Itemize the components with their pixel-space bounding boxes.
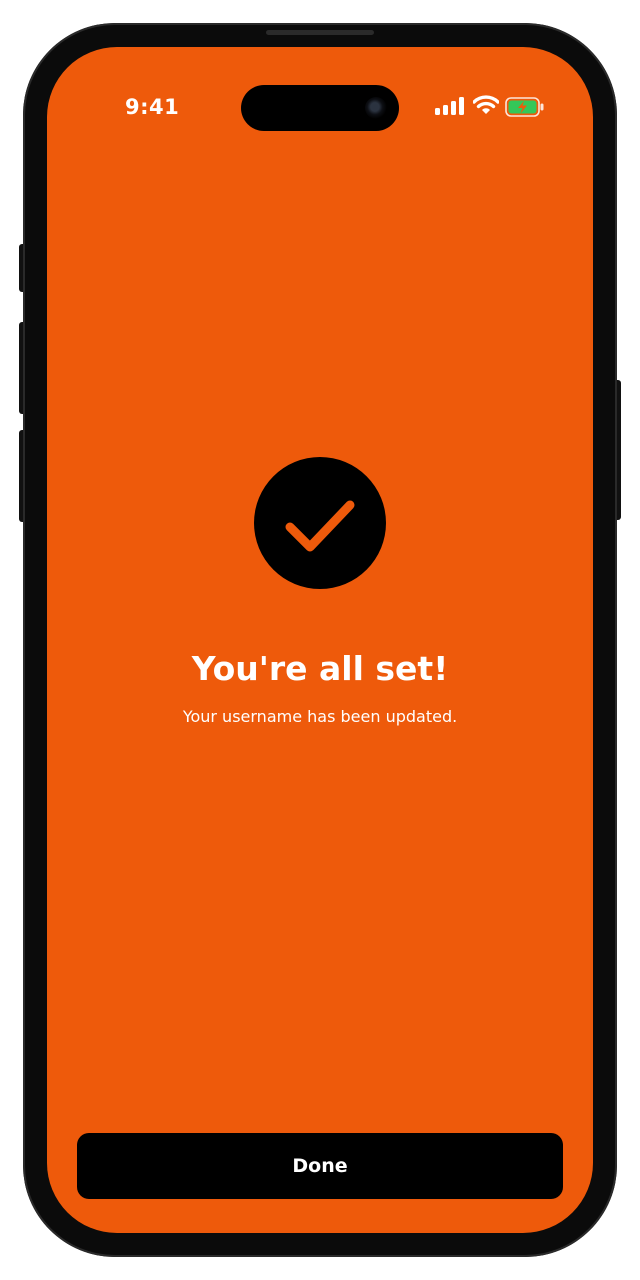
speaker-slit bbox=[266, 30, 374, 35]
device-frame-stage: 9:41 You're all set! Your username has b… bbox=[0, 0, 640, 1280]
cellular-signal-icon bbox=[435, 97, 464, 115]
phone-frame: 9:41 You're all set! Your username has b… bbox=[23, 23, 617, 1257]
status-time: 9:41 bbox=[125, 95, 180, 119]
confirmation-message: Your username has been updated. bbox=[182, 707, 458, 726]
confirmation-title: You're all set! bbox=[191, 649, 449, 688]
checkmark-icon bbox=[285, 500, 355, 552]
front-camera-icon bbox=[365, 97, 387, 119]
checkmark-circle-icon bbox=[254, 457, 386, 589]
dynamic-island bbox=[241, 85, 399, 131]
wifi-icon bbox=[473, 95, 499, 114]
app-screen: 9:41 You're all set! Your username has b… bbox=[47, 47, 593, 1233]
done-button[interactable]: Done bbox=[77, 1133, 563, 1199]
status-icons bbox=[435, 93, 555, 119]
battery-charging-icon bbox=[505, 97, 544, 117]
